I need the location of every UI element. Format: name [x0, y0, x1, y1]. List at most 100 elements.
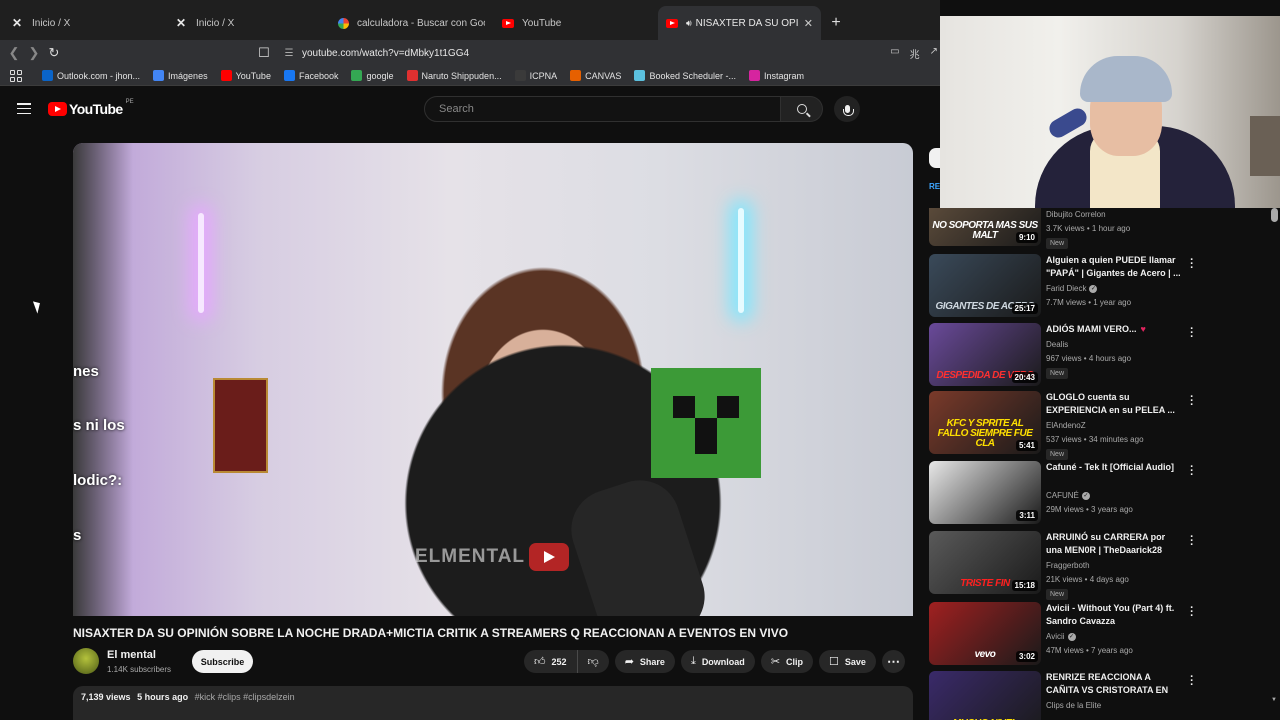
recommended-channel[interactable]: ElAndenoZ	[1046, 421, 1086, 430]
clip-button[interactable]: ✂︎ Clip	[760, 650, 814, 673]
bookmark-item[interactable]: Instagram	[749, 70, 804, 81]
recommended-video-title[interactable]: Cafuné - Tek It [Official Audio]	[1046, 461, 1181, 474]
recommended-video[interactable]: GIGANTES DE ACERO 25:17 Alguien a quien PU…	[929, 254, 1280, 318]
new-tab-button[interactable]: +	[822, 6, 850, 40]
bookmarks-bar: Outlook.com - jhon... Imágenes YouTube Face…	[0, 66, 940, 86]
bookmark-item[interactable]: Facebook	[283, 70, 338, 81]
bookmark-item[interactable]: ICPNA	[514, 70, 558, 81]
recommended-video-title[interactable]: GLOGLO cuenta su EXPERIENCIA en su PELEA…	[1046, 391, 1181, 417]
youtube-icon	[666, 18, 678, 28]
youtube-play-icon	[48, 102, 67, 116]
video-thumbnail[interactable]: DESPEDIDA DE VERO 20:43	[929, 323, 1041, 386]
recommended-channel[interactable]: CAFUNÉ ✓	[1046, 491, 1090, 500]
youtube-wordmark: YouTube	[69, 101, 123, 117]
more-vertical-icon[interactable]: · · ·	[1187, 324, 1197, 343]
browser-tab[interactable]: calculadora - Buscar con Google	[330, 6, 493, 40]
back-arrow-icon[interactable]: ❮	[4, 45, 24, 61]
recommended-channel[interactable]: Dealis	[1046, 340, 1068, 349]
dislike-button[interactable]: 👎︎	[577, 650, 609, 673]
channel-name[interactable]: El mental	[107, 649, 156, 661]
recommended-video-title[interactable]: Alguien a quien PUEDE llamar "PAPÁ" | Gi…	[1046, 254, 1181, 280]
channel-text: Clips de la Elite	[1046, 701, 1102, 710]
more-vertical-icon[interactable]: · · ·	[1187, 392, 1197, 411]
recommended-channel[interactable]: Clips de la Elite	[1046, 701, 1101, 710]
menu-icon[interactable]	[17, 103, 31, 114]
bookmark-label: ICPNA	[529, 70, 558, 81]
description-box[interactable]: 7,139 views 5 hours ago #kick #clips #cl…	[73, 686, 913, 720]
bookmark-item[interactable]: CANVAS	[570, 70, 621, 81]
bookmark-label: Booked Scheduler -...	[649, 70, 736, 81]
new-badge: New	[1046, 238, 1069, 249]
recommended-video[interactable]: MUCHO NIVELRENRIZE REACCIONA A CAÑITA VS…	[929, 671, 1280, 720]
more-actions-button[interactable]: ⋯	[881, 650, 905, 673]
video-thumbnail[interactable]: GIGANTES DE ACERO 25:17	[929, 254, 1041, 317]
bookmark-item[interactable]: Booked Scheduler -...	[634, 70, 736, 81]
more-vertical-icon[interactable]: · · ·	[1187, 255, 1197, 274]
title-text: ADIÓS MAMI VERO...	[1046, 324, 1137, 334]
video-thumbnail[interactable]: MUCHO NIVEL	[929, 671, 1041, 720]
browser-tab[interactable]: YouTube	[494, 6, 657, 40]
share-button[interactable]: ➦ Share	[614, 650, 675, 673]
bookmark-icon[interactable]: ☐	[252, 45, 276, 61]
site-info-icon[interactable]: ☰	[276, 48, 302, 59]
address-bar[interactable]: ☐ ☰ youtube.com/watch?v=dMbky1t1GG4 ▭ 兆 …	[252, 41, 940, 65]
scroll-down-arrow-icon[interactable]: ▼	[1271, 697, 1277, 703]
recommended-video-title[interactable]: RENRIZE REACCIONA A CAÑITA VS CRISTORATA…	[1046, 671, 1181, 697]
close-tab-icon[interactable]: ✕	[804, 17, 813, 30]
recommended-channel[interactable]: Farid Dieck ✓	[1046, 284, 1098, 293]
audio-playing-icon[interactable]: 🔊︎	[686, 18, 692, 29]
recommended-channel[interactable]: Dibujito Correlon	[1046, 210, 1106, 219]
url-text[interactable]: youtube.com/watch?v=dMbky1t1GG4	[302, 48, 469, 59]
channel-text: Fraggerboth	[1046, 561, 1090, 570]
video-player[interactable]: nes s ni los lodic?: s ELMENTAL	[73, 143, 913, 616]
more-vertical-icon[interactable]: · · ·	[1187, 603, 1197, 622]
video-thumbnail[interactable]: KFC Y SPRITE AL FALLO SIEMPRE FUE CLA 5:4…	[929, 391, 1041, 454]
bookmark-item[interactable]: Imágenes	[153, 70, 208, 81]
browser-tab[interactable]: 🔊︎NISAXTER DA SU OPINIÓN S ✕	[658, 6, 821, 40]
youtube-logo[interactable]: YouTube PE	[48, 99, 134, 117]
sidebar-scrollbar-thumb[interactable]	[1271, 208, 1278, 222]
more-vertical-icon[interactable]: · · ·	[1187, 672, 1197, 691]
duration-badge: 15:18	[1011, 580, 1038, 591]
forward-arrow-icon[interactable]: ❯	[24, 45, 44, 61]
duration-badge: 5:41	[1015, 440, 1038, 451]
browser-tab[interactable]: ✕ Inicio / X	[166, 6, 329, 40]
bookmark-item[interactable]: YouTube	[220, 70, 271, 81]
video-thumbnail[interactable]: TRISTE FIN 15:18	[929, 531, 1041, 594]
more-vertical-icon[interactable]: · · ·	[1187, 532, 1197, 551]
recommended-video[interactable]: 3:11 Cafuné - Tek It [Official Audio] CAFU…	[929, 461, 1280, 525]
browser-tab[interactable]: ✕ Inicio / X	[2, 6, 165, 40]
hashtags[interactable]: #kick #clips #clipsdelzein	[195, 692, 295, 702]
voice-search-button[interactable]	[834, 96, 860, 122]
recommended-video[interactable]: TRISTE FIN 15:18 ARRUINÓ su CARRERA por un…	[929, 531, 1280, 600]
browser-toolbar: ❮ ❯ ↻ ☐ ☰ youtube.com/watch?v=dMbky1t1GG…	[0, 40, 940, 66]
bookmark-item[interactable]: Outlook.com - jhon...	[42, 70, 140, 81]
video-thumbnail[interactable]: 3:11	[929, 461, 1041, 524]
apps-grid-icon[interactable]	[10, 69, 24, 82]
download-button[interactable]: ⤓ Download	[680, 650, 755, 673]
tab-label: Inicio / X	[32, 17, 71, 29]
translate-icon[interactable]: 兆	[910, 46, 920, 61]
save-button[interactable]: ☐ Save	[819, 650, 876, 673]
video-thumbnail[interactable]: vevo 3:02	[929, 602, 1041, 665]
recommended-video[interactable]: KFC Y SPRITE AL FALLO SIEMPRE FUE CLA 5:4…	[929, 391, 1280, 460]
channel-avatar[interactable]	[73, 648, 99, 674]
recommended-channel[interactable]: Avicii ✓	[1046, 632, 1076, 641]
share-page-icon[interactable]: ↗	[930, 46, 938, 61]
cast-icon[interactable]: ▭	[890, 46, 899, 61]
recommended-video-title[interactable]: Avicii - Without You (Part 4) ft. Sandro…	[1046, 602, 1181, 628]
like-button[interactable]: 👍︎ 252	[524, 650, 578, 673]
recommended-video[interactable]: vevo 3:02 Avicii - Without You (Part 4) ft…	[929, 602, 1280, 666]
recommended-video[interactable]: DESPEDIDA DE VERO 20:43 ADIÓS MAMI VERO...…	[929, 323, 1280, 387]
reload-icon[interactable]: ↻	[44, 45, 64, 61]
subscribe-button[interactable]: Subscribe	[192, 650, 253, 673]
bookmark-item[interactable]: Naruto Shippuden...	[406, 70, 502, 81]
video-thumbnail[interactable]: NO SOPORTA MAS SUS MALT 9:10	[929, 208, 1041, 246]
bookmark-item[interactable]: google	[351, 70, 394, 81]
search-input[interactable]: Search	[424, 96, 781, 122]
search-button[interactable]	[781, 96, 823, 122]
recommended-channel[interactable]: Fraggerboth	[1046, 561, 1090, 570]
recommended-video-title[interactable]: ARRUINÓ su CARRERA por una MEN0R | TheDa…	[1046, 531, 1181, 557]
more-vertical-icon[interactable]: · · ·	[1187, 462, 1197, 481]
recommended-video-title[interactable]: ADIÓS MAMI VERO... ♥	[1046, 323, 1181, 336]
